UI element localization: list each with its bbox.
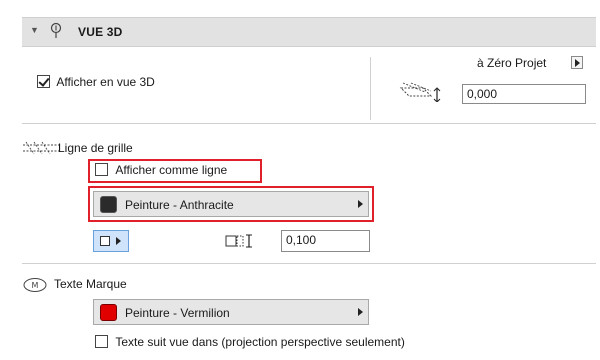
divider xyxy=(22,263,596,264)
chevron-right-icon xyxy=(358,308,363,316)
section-header[interactable]: ▼ VUE 3D xyxy=(22,17,596,47)
chevron-down-icon[interactable]: ▼ xyxy=(30,25,39,35)
marker-surface-label: Peinture - Vermilion xyxy=(125,306,230,320)
grid-pin-icon xyxy=(48,22,64,43)
grid-surface-dropdown[interactable]: Peinture - Anthracite xyxy=(93,191,369,217)
line-square-icon xyxy=(100,236,110,246)
show-in-3d-option[interactable]: Afficher en vue 3D xyxy=(37,75,155,89)
svg-text:M: M xyxy=(32,281,39,290)
show-as-line-label: Afficher comme ligne xyxy=(115,163,228,177)
grid-line-heading: Ligne de grille xyxy=(58,141,133,155)
marker-surface-swatch xyxy=(100,304,117,321)
reference-menu-button[interactable] xyxy=(571,56,583,69)
reference-label: à Zéro Projet xyxy=(477,56,547,70)
show-in-3d-checkbox[interactable] xyxy=(37,75,50,88)
section-title: VUE 3D xyxy=(78,25,123,39)
marker-text-heading: Texte Marque xyxy=(54,277,127,291)
grid-line-icon xyxy=(22,141,60,158)
marker-surface-dropdown[interactable]: Peinture - Vermilion xyxy=(93,299,369,325)
show-in-3d-label: Afficher en vue 3D xyxy=(56,75,155,89)
line-thickness-input[interactable]: 0,100 xyxy=(281,230,370,252)
show-as-line-checkbox[interactable] xyxy=(95,163,108,176)
line-thickness-icon xyxy=(225,233,255,252)
chevron-right-icon xyxy=(358,200,363,208)
elevation-input[interactable]: 0,000 xyxy=(462,84,586,104)
follow-view-label: Texte suit vue dans (projection perspect… xyxy=(115,335,405,349)
show-as-line-option[interactable]: Afficher comme ligne xyxy=(95,163,227,177)
divider xyxy=(22,123,596,124)
elevation-plane-icon xyxy=(397,80,441,105)
grid-surface-swatch xyxy=(100,196,117,213)
follow-view-option[interactable]: Texte suit vue dans (projection perspect… xyxy=(95,335,405,349)
line-type-selector[interactable] xyxy=(93,230,129,252)
follow-view-checkbox[interactable] xyxy=(95,335,108,348)
vertical-divider xyxy=(370,57,371,120)
chevron-right-icon xyxy=(116,237,121,245)
grid-surface-label: Peinture - Anthracite xyxy=(125,198,234,212)
marker-text-icon: M xyxy=(22,277,48,296)
